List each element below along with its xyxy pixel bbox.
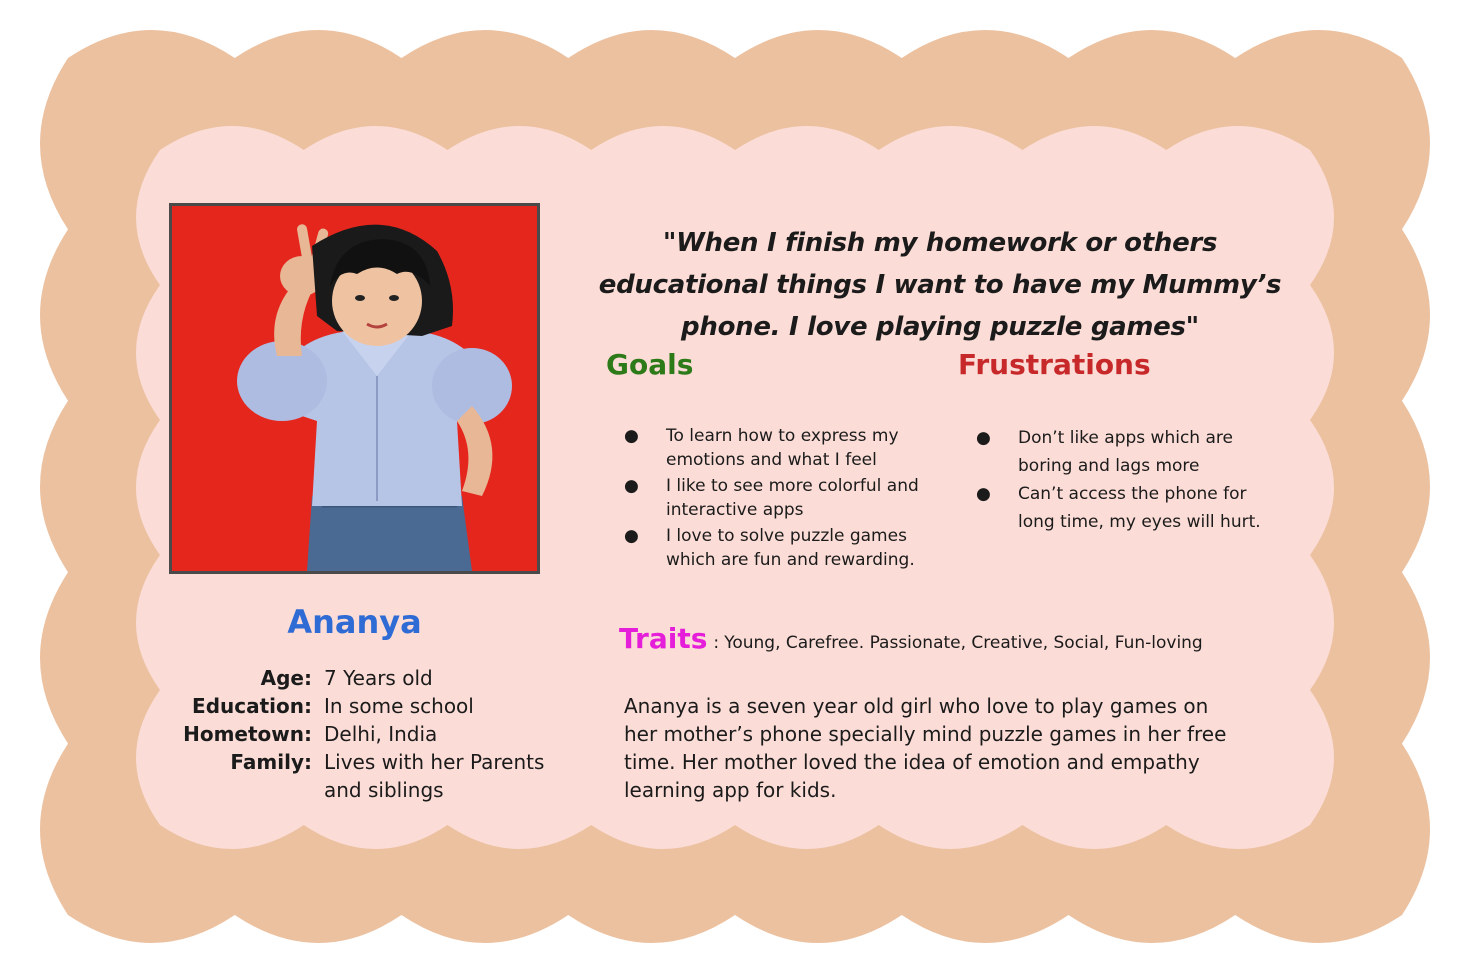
frustrations-list: ● Don’t like apps which are boring and l…	[976, 424, 1286, 536]
fact-row-age: Age: 7 Years old	[170, 664, 570, 692]
persona-name: Ananya	[287, 603, 422, 641]
bullet-icon: ●	[976, 428, 991, 448]
goal-text: I love to solve puzzle games which are f…	[666, 526, 915, 570]
goals-heading: Goals	[606, 348, 694, 381]
list-item: ● I love to solve puzzle games which are…	[624, 524, 924, 572]
fact-label: Family:	[230, 750, 312, 774]
persona-facts: Age: 7 Years old Education: In some scho…	[170, 664, 570, 804]
list-item: ● Can’t access the phone for long time, …	[976, 480, 1286, 536]
traits-separator: :	[713, 633, 720, 653]
frustration-text: Don’t like apps which are boring and lag…	[1018, 428, 1233, 476]
fact-value: In some school	[324, 694, 474, 718]
fact-row-family: Family: Lives with her Parents and sibli…	[170, 748, 570, 804]
child-portrait-image	[172, 206, 537, 571]
bullet-icon: ●	[624, 476, 639, 496]
persona-photo	[169, 203, 540, 574]
goal-text: To learn how to express my emotions and …	[666, 426, 899, 470]
traits-line: Traits: Young, Carefree. Passionate, Cre…	[619, 622, 1319, 655]
fact-label: Education:	[192, 694, 312, 718]
frustration-text: Can’t access the phone for long time, my…	[1018, 484, 1261, 532]
list-item: ● To learn how to express my emotions an…	[624, 424, 924, 472]
persona-bio: Ananya is a seven year old girl who love…	[624, 694, 1227, 802]
fact-row-education: Education: In some school	[170, 692, 570, 720]
fact-label: Age:	[260, 666, 312, 690]
fact-row-hometown: Hometown: Delhi, India	[170, 720, 570, 748]
bullet-icon: ●	[624, 426, 639, 446]
goal-text: I like to see more colorful and interact…	[666, 476, 919, 520]
list-item: ● Don’t like apps which are boring and l…	[976, 424, 1286, 480]
traits-value: Young, Carefree. Passionate, Creative, S…	[724, 633, 1203, 653]
frustrations-heading: Frustrations	[958, 348, 1151, 381]
list-item: ● I like to see more colorful and intera…	[624, 474, 924, 522]
fact-value: Lives with her Parents and siblings	[324, 750, 545, 802]
bullet-icon: ●	[624, 526, 639, 546]
traits-label: Traits	[619, 622, 708, 655]
bullet-icon: ●	[976, 484, 991, 504]
fact-value: 7 Years old	[324, 666, 433, 690]
fact-value: Delhi, India	[324, 722, 438, 746]
persona-quote: "When I finish my homework or others edu…	[598, 228, 1282, 342]
fact-label: Hometown:	[183, 722, 312, 746]
goals-list: ● To learn how to express my emotions an…	[624, 424, 924, 574]
